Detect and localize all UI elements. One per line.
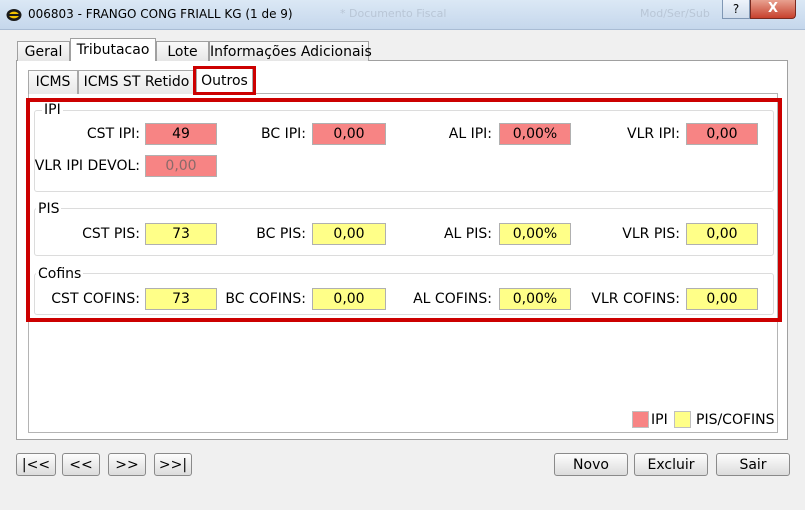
title-ghost-text: * Documento Fiscal: [340, 7, 447, 20]
new-button[interactable]: Novo: [554, 453, 628, 476]
app-logo-icon: [6, 9, 22, 21]
window-title: 006803 - FRANGO CONG FRIALL KG (1 de 9): [28, 7, 293, 21]
tab-lote[interactable]: Lote: [156, 41, 209, 61]
delete-button[interactable]: Excluir: [634, 453, 708, 476]
subtab-icms-st-retido[interactable]: ICMS ST Retido: [78, 70, 195, 94]
highlight-box-fields: [26, 98, 782, 322]
legend-ipi-swatch: [632, 411, 649, 428]
close-button[interactable]: X: [750, 0, 796, 19]
help-button[interactable]: ?: [722, 0, 750, 19]
legend-pis-cofins-label: PIS/COFINS: [696, 412, 775, 428]
exit-button[interactable]: Sair: [716, 453, 790, 476]
highlight-box-outros-tab: [193, 66, 256, 95]
legend-pis-cofins-swatch: [674, 411, 691, 428]
next-record-button[interactable]: >>: [108, 453, 146, 476]
tab-informacoes-adicionais[interactable]: Informações Adicionais: [209, 41, 372, 61]
first-record-button[interactable]: |<<: [16, 453, 56, 476]
subtab-icms[interactable]: ICMS: [28, 70, 78, 94]
legend-ipi-label: IPI: [651, 412, 668, 428]
tab-tributacao[interactable]: Tributacao: [70, 38, 156, 61]
last-record-button[interactable]: >>|: [154, 453, 192, 476]
previous-record-button[interactable]: <<: [62, 453, 100, 476]
tab-geral[interactable]: Geral: [17, 41, 70, 61]
title-ghost-text-2: Mod/Ser/Sub: [640, 7, 710, 20]
